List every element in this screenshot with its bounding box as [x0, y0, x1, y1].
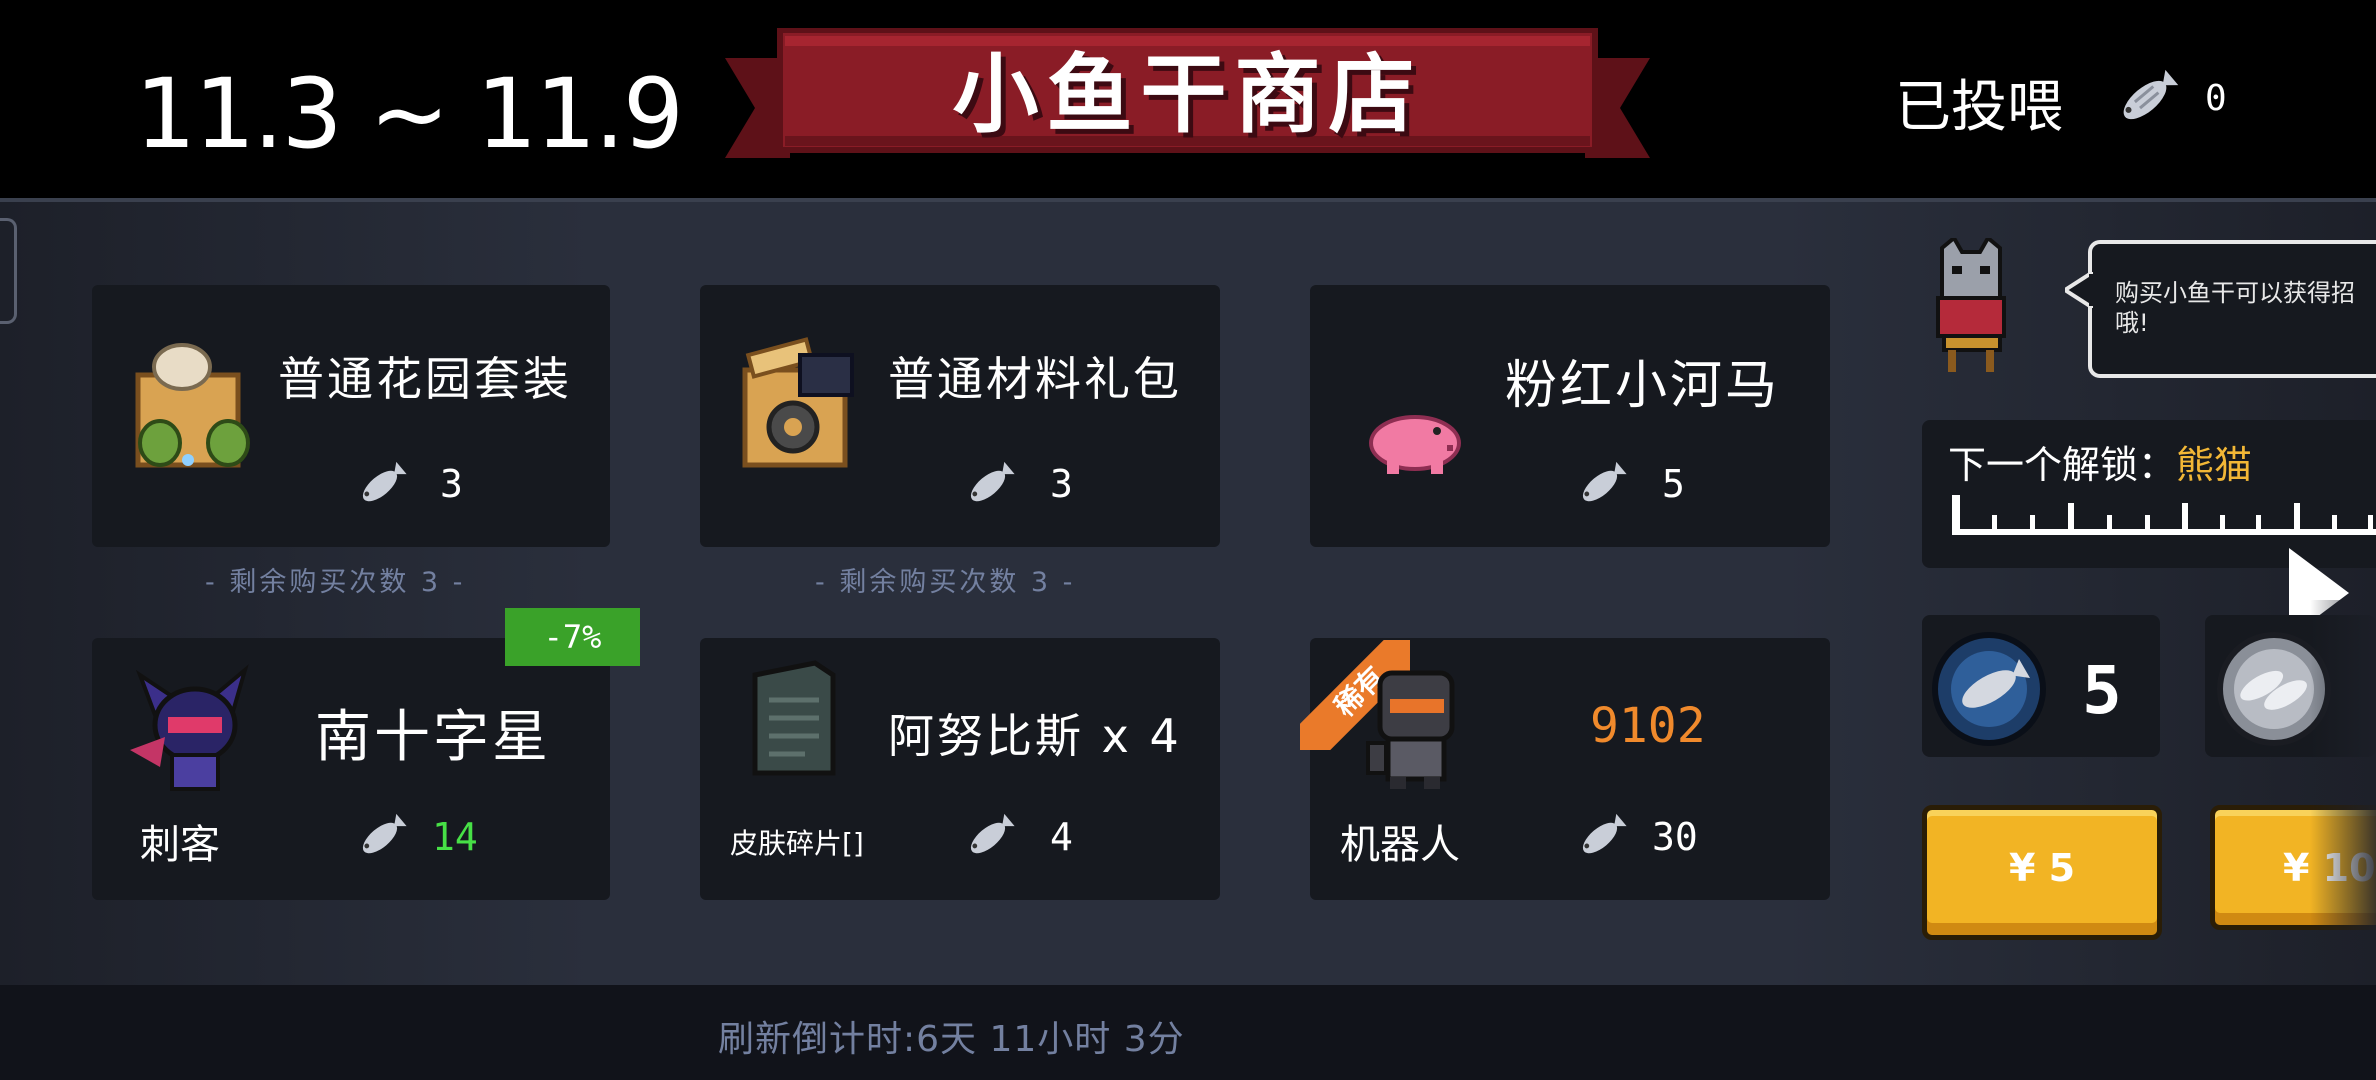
- item-price: 3: [440, 462, 463, 506]
- fed-count: 0: [2205, 78, 2227, 119]
- item-price: 14: [432, 815, 478, 859]
- left-tab-handle[interactable]: [0, 218, 17, 324]
- item-name: 南十字星: [315, 705, 551, 770]
- robot-skin-icon: [1366, 670, 1455, 789]
- dried-fish-icon: [2123, 69, 2179, 120]
- item-subtitle: 皮肤碎片[]: [730, 827, 864, 860]
- assassin-skin-icon: [130, 664, 249, 791]
- item-name: 阿努比斯 x 4: [888, 709, 1182, 763]
- remaining-purchases: - 剩余购买次数 3 -: [205, 567, 466, 598]
- bubble-tail: [2065, 272, 2093, 308]
- dried-fish-icon: [1582, 461, 1627, 502]
- item-price: 5: [1662, 462, 1685, 506]
- discount-badge: -7%: [505, 608, 640, 666]
- footer-bar: [0, 985, 2376, 1080]
- item-price: 3: [1050, 462, 1073, 506]
- item-price: 30: [1652, 815, 1698, 859]
- item-name: 粉红小河马: [1505, 356, 1781, 416]
- unlock-progress-ruler: [1952, 495, 2376, 535]
- fish-bowl-icon: [1932, 632, 2046, 746]
- shop-title: 小鱼干商店: [952, 45, 1423, 145]
- bubble-text: 购买小鱼干可以获得招哦!: [2115, 279, 2355, 337]
- garden-set-icon: [135, 343, 250, 468]
- item-subtitle: 刺客: [140, 822, 220, 868]
- unlock-value: 熊猫: [2176, 443, 2253, 487]
- skin-fragment-icon: [752, 660, 836, 776]
- pink-hippo-icon: [1369, 415, 1461, 474]
- remaining-purchases: - 剩余购买次数 3 -: [815, 567, 1076, 598]
- buy-button-5[interactable]: ¥ 5: [1922, 805, 2162, 940]
- dried-fish-icon: [362, 813, 407, 854]
- item-subtitle: 机器人: [1340, 822, 1460, 868]
- material-pack-icon: [742, 337, 854, 468]
- dried-fish-icon: [1582, 813, 1627, 854]
- right-edge-fade: [2310, 600, 2376, 960]
- date-range: 11.3 ~ 11.9: [135, 58, 684, 170]
- item-name: 普通材料礼包: [888, 352, 1182, 406]
- fish-pack-qty: 5: [2082, 652, 2122, 729]
- item-price: 4: [1050, 815, 1073, 859]
- dried-fish-icon: [970, 461, 1015, 502]
- item-name: 普通花园套装: [278, 352, 572, 406]
- unlock-label: 下一个解锁：熊猫: [1948, 443, 2253, 487]
- item-name: 9102: [1590, 698, 1706, 754]
- shopkeeper-cat-icon: [1936, 238, 2006, 372]
- fed-label: 已投喂: [1895, 75, 2063, 140]
- dried-fish-icon: [970, 813, 1015, 854]
- dried-fish-icon: [362, 461, 407, 502]
- refresh-countdown: 刷新倒计时:6天 11小时 3分: [718, 1019, 1185, 1060]
